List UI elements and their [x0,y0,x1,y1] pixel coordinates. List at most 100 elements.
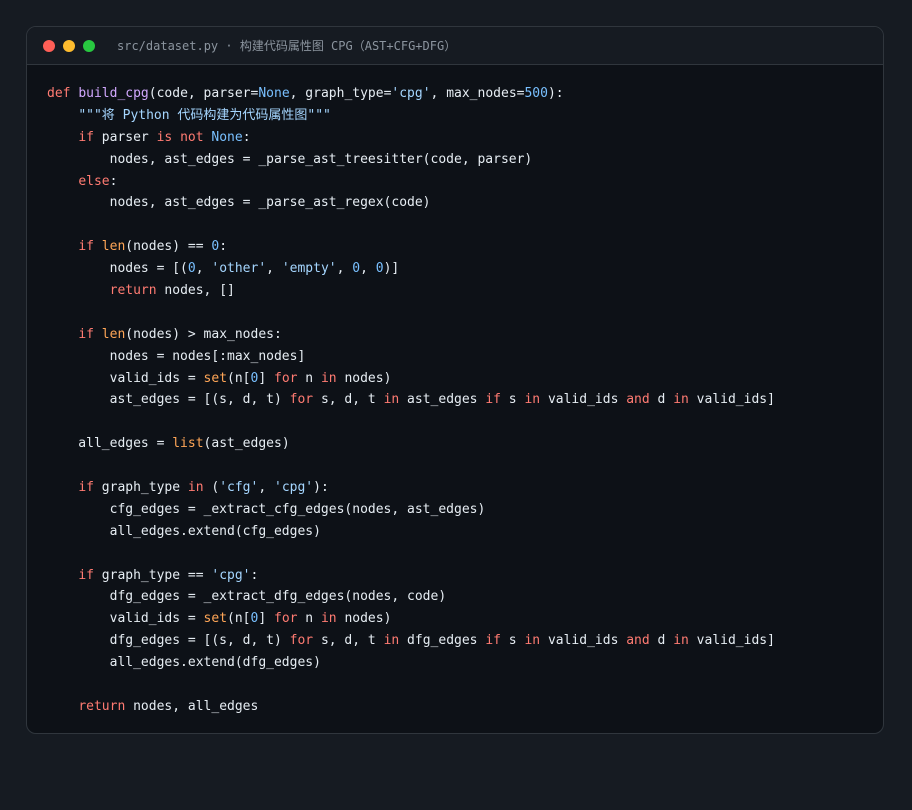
code-token: n [297,611,321,627]
code-token: valid_ids [540,633,627,649]
code-token: 'cpg' [211,567,251,583]
code-token: (code, parser= [148,86,259,101]
code-token: dfg_edges = [(s, d, t) [47,633,290,649]
code-token: cfg_edges = _extract_cfg_edges(nodes, as… [47,501,486,517]
code-token: if [78,326,94,342]
code-token: : [109,173,118,189]
code-token: len [101,326,126,342]
code-token: in [524,633,541,649]
code-token: d [649,633,674,649]
code-token: graph_type [93,480,188,496]
code-token: for [274,370,298,386]
code-token: ast_edges [399,392,486,408]
code-token: if [78,129,94,145]
code-token: is not [156,129,204,145]
code-token: d [649,392,674,408]
code-token: , [266,261,282,277]
code-token: valid_ids = [47,370,204,386]
code-token: : [242,129,251,145]
code-token: 'other' [211,261,267,277]
code-token: s [500,633,525,649]
code-token: nodes = nodes[:max_nodes] [47,348,306,364]
code-token: else [78,173,110,189]
code-token: if [78,239,94,255]
code-token: 'cpg' [274,480,314,496]
minimize-button[interactable] [63,39,75,52]
code-token: (nodes) > max_nodes: [125,326,282,342]
code-token: , [195,261,212,277]
code-token: nodes, all_edges [125,698,259,714]
code-token: for [289,633,314,649]
code-token: ): [313,480,329,496]
code-line: return nodes, all_edges [47,696,775,718]
code-token: in [320,370,337,386]
code-line: all_edges.extend(cfg_edges) [47,521,775,543]
code-token: : [219,239,228,255]
code-token: ): [547,86,564,101]
code-token: """将 Python 代码构建为代码属性图""" [78,107,331,123]
code-token: s, d, t [313,392,384,408]
code-line: all_edges.extend(dfg_edges) [47,652,775,674]
code-token: (nodes) == [125,239,212,255]
code-token: for [274,611,298,627]
code-token: def [47,86,71,101]
code-token: None [258,86,290,101]
code-token: list [172,436,204,452]
code-token: ] [258,370,274,386]
code-token: set [203,370,228,386]
code-token: nodes, ast_edges = _parse_ast_treesitter… [47,151,533,167]
code-line: else: [47,171,775,193]
code-token: build_cpg [78,86,149,101]
code-line: cfg_edges = _extract_cfg_edges(nodes, as… [47,499,775,521]
code-token: )] [383,261,400,277]
code-token: dfg_edges [399,633,486,649]
maximize-button[interactable] [83,39,95,52]
code-token: all_edges = [47,436,173,452]
code-token: nodes = [( [47,261,188,277]
code-token: dfg_edges = _extract_dfg_edges(nodes, co… [47,589,447,605]
code-line: nodes = [(0, 'other', 'empty', 0, 0)] [47,258,775,280]
window-title: src/dataset.py · 构建代码属性图 CPG（AST+CFG+DFG… [117,39,457,53]
code-token: valid_ids] [688,392,775,408]
code-line: all_edges = list(ast_edges) [47,433,775,455]
code-token: s [500,392,525,408]
code-line: def build_cpg(code, parser=None, graph_t… [47,83,775,105]
code-token: len [101,239,126,255]
code-token: nodes, [] [156,283,235,299]
code-line: if len(nodes) == 0: [47,236,775,258]
code-token: , [258,480,274,496]
window-titlebar: src/dataset.py · 构建代码属性图 CPG（AST+CFG+DFG… [27,27,883,65]
code-token: , [336,261,353,277]
code-line: dfg_edges = [(s, d, t) for s, d, t in df… [47,630,775,652]
code-line: if graph_type in ('cfg', 'cpg'): [47,477,775,499]
code-token: 500 [524,86,548,101]
code-token: 'cpg' [391,86,431,101]
code-token: nodes) [336,611,392,627]
code-token: graph_type == [93,567,212,583]
code-line: if parser is not None: [47,127,775,149]
code-token: parser [93,129,157,145]
code-token: ( [203,480,220,496]
code-token: 'empty' [281,261,337,277]
code-line: if graph_type == 'cpg': [47,565,775,587]
code-line: valid_ids = set(n[0] for n in nodes) [47,608,775,630]
code-token: in [383,392,400,408]
code-token: ast_edges = [(s, d, t) [47,392,290,408]
code-token: (n[ [227,370,251,386]
code-line: ast_edges = [(s, d, t) for s, d, t in as… [47,389,775,411]
code-token: 0 [375,261,384,277]
code-token: if [78,567,94,583]
close-button[interactable] [43,39,55,52]
code-token: all_edges.extend(cfg_edges) [47,523,321,539]
